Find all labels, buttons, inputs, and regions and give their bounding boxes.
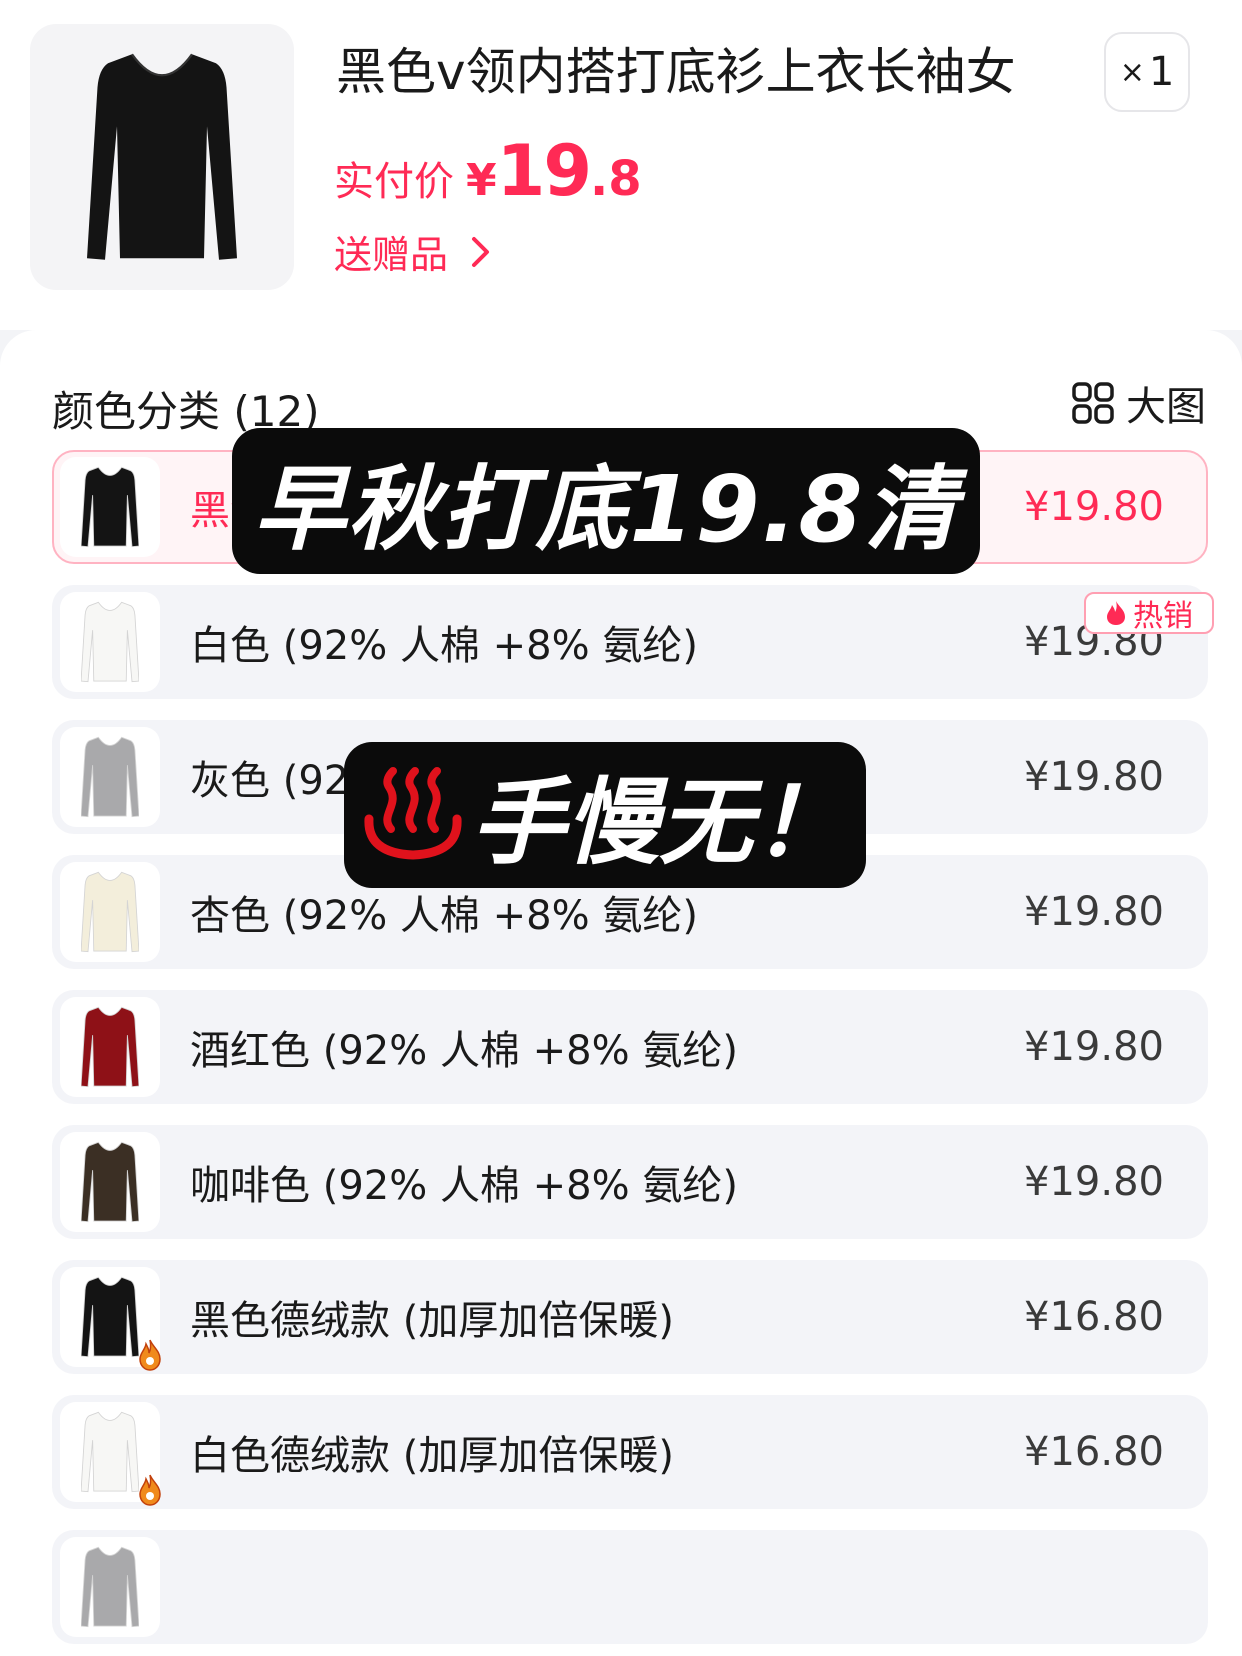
hot-springs-icon <box>363 767 463 863</box>
color-option-price: ¥19.80 <box>1024 1159 1164 1205</box>
promo-caption-bottom-text: 手慢无！ <box>470 769 847 878</box>
price-integer: 19 <box>496 130 592 212</box>
color-option-price: ¥16.80 <box>1024 1429 1164 1475</box>
big-view-label: 大图 <box>1126 384 1206 430</box>
shirt-icon <box>81 871 139 953</box>
fire-icon <box>1105 600 1127 626</box>
color-option[interactable] <box>52 1530 1208 1644</box>
promo-caption-bottom: 手慢无！ <box>344 742 866 888</box>
shirt-icon <box>81 466 139 548</box>
color-option[interactable]: 白色德绒款 (加厚加倍保暖) ¥16.80 <box>52 1395 1208 1509</box>
warm-flame-icon <box>138 1339 162 1371</box>
color-option-label: 白色 (92% 人棉 +8% 氨纶) <box>190 623 698 669</box>
color-option-price: ¥19.80 <box>1024 484 1164 530</box>
color-option-thumbnail <box>60 997 160 1097</box>
color-option-price: ¥19.80 <box>1024 1024 1164 1070</box>
color-option-label: 咖啡色 (92% 人棉 +8% 氨纶) <box>190 1163 738 1209</box>
price-currency: ¥ <box>466 155 497 206</box>
color-option-price: ¥16.80 <box>1024 1294 1164 1340</box>
color-option-thumbnail <box>60 1132 160 1232</box>
color-option-thumbnail <box>60 1537 160 1637</box>
color-option-price: ¥19.80 <box>1024 754 1164 800</box>
color-option[interactable]: 黑色德绒款 (加厚加倍保暖) ¥16.80 <box>52 1260 1208 1374</box>
color-option[interactable]: 酒红色 (92% 人棉 +8% 氨纶) ¥19.80 <box>52 990 1208 1104</box>
shirt-icon <box>81 1546 139 1628</box>
product-header: 黑色v领内搭打底衫上衣长袖女 × 1 实付价 ¥ 19 .8 送赠品 <box>0 0 1242 330</box>
shirt-icon <box>81 1276 139 1358</box>
color-option[interactable]: 白色 (92% 人棉 +8% 氨纶) ¥19.80 <box>52 585 1208 699</box>
color-option-thumbnail <box>60 592 160 692</box>
quantity-value: 1 <box>1148 49 1175 95</box>
quantity-badge[interactable]: × 1 <box>1104 32 1190 112</box>
price-label: 实付价 <box>334 159 454 205</box>
hot-sale-label: 热销 <box>1133 599 1193 634</box>
product-image[interactable] <box>30 24 294 290</box>
color-option-thumbnail <box>60 457 160 557</box>
color-option-price: ¥19.80 <box>1024 889 1164 935</box>
color-option-thumbnail <box>60 727 160 827</box>
quantity-prefix: × <box>1119 54 1145 90</box>
price-row: 实付价 ¥ 19 .8 <box>334 130 642 212</box>
color-option-thumbnail <box>60 862 160 962</box>
hot-sale-tag: 热销 <box>1084 592 1214 634</box>
shirt-icon <box>81 1141 139 1223</box>
grid-icon <box>1072 382 1114 424</box>
color-option-thumbnail <box>60 1402 161 1506</box>
color-option-label: 酒红色 (92% 人棉 +8% 氨纶) <box>190 1028 738 1074</box>
promo-caption-top: 早秋打底19.8清 <box>232 428 980 574</box>
color-option-thumbnail <box>60 1267 161 1371</box>
shirt-icon <box>81 1006 139 1088</box>
product-title: 黑色v领内搭打底衫上衣长袖女 <box>336 43 1016 101</box>
warm-flame-icon <box>138 1474 162 1506</box>
chevron-right-icon <box>470 235 492 269</box>
gift-link[interactable]: 送赠品 <box>334 224 492 279</box>
color-option[interactable]: 咖啡色 (92% 人棉 +8% 氨纶) ¥19.80 <box>52 1125 1208 1239</box>
gift-label: 送赠品 <box>334 233 449 277</box>
big-view-toggle[interactable]: 大图 <box>1072 374 1206 432</box>
color-option-label: 白色德绒款 (加厚加倍保暖) <box>190 1433 674 1479</box>
price-decimal: .8 <box>590 151 642 207</box>
color-option-label: 黑色德绒款 (加厚加倍保暖) <box>190 1298 674 1344</box>
shirt-icon <box>81 601 139 683</box>
shirt-icon <box>81 736 139 818</box>
shirt-icon <box>81 1411 139 1493</box>
shirt-icon <box>87 53 237 260</box>
